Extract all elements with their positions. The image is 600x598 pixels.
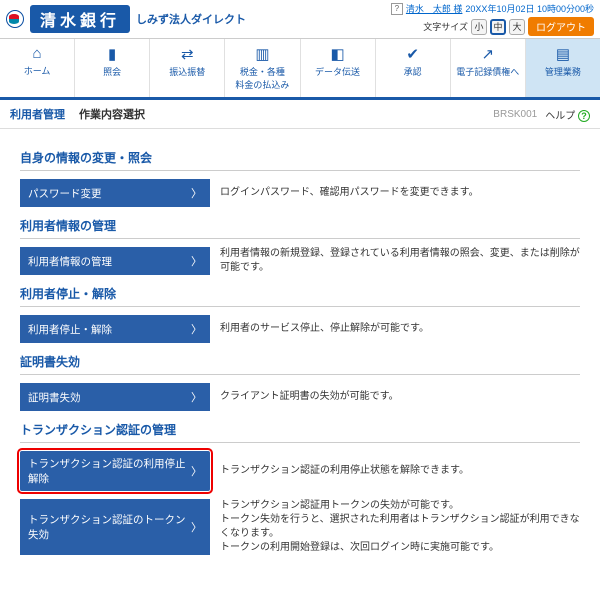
action-description: 利用者のサービス停止、停止解除が可能です。	[220, 315, 429, 343]
user-icon: ?	[391, 3, 403, 15]
subheader: 利用者管理 作業内容選択 BRSK001 ヘルプ ?	[0, 100, 600, 129]
screen-code: BRSK001	[493, 109, 537, 120]
nav-label-0: ホーム	[24, 66, 51, 76]
action-description: クライアント証明書の失効が可能です。	[220, 383, 399, 411]
action-button-label: 利用者情報の管理	[28, 254, 112, 269]
help-icon: ?	[578, 110, 590, 122]
subheader-right: BRSK001 ヘルプ ?	[493, 107, 590, 122]
chevron-right-icon: 〉	[191, 463, 202, 479]
action-row: トランザクション認証のトークン失効〉トランザクション認証用トークンの失効が可能で…	[20, 499, 580, 555]
nav-icon-5: ✔	[378, 45, 448, 63]
timestamp: 20XX年10月02日 10時00分00秒	[465, 2, 594, 15]
bank-logo-icon	[6, 10, 24, 28]
action-description: ログインパスワード、確認用パスワードを変更できます。	[220, 179, 479, 207]
main-nav: ⌂ ホーム ▮ 照会 ⇄ 振込振替 ▥ 税金・各種 料金の払込み ◧ データ伝送 ✔ 承認 ↗ 電子記録債…	[0, 39, 600, 100]
logout-button[interactable]: ログアウト	[528, 17, 594, 36]
nav-icon-4: ◧	[303, 45, 373, 63]
action-button-label: トランザクション認証のトークン失効	[28, 512, 191, 542]
section-title: 自身の情報の変更・照会	[20, 139, 580, 171]
nav-icon-2: ⇄	[152, 45, 222, 63]
nav-label-3: 税金・各種 料金の払込み	[235, 67, 289, 90]
section-title: 利用者停止・解除	[20, 275, 580, 307]
action-button[interactable]: 利用者停止・解除 〉	[20, 315, 210, 343]
nav-item-7[interactable]: ▤ 管理業務	[526, 39, 600, 97]
action-button[interactable]: 証明書失効 〉	[20, 383, 210, 411]
fontsize-small-button[interactable]: 小	[471, 19, 487, 35]
content: 自身の情報の変更・照会パスワード変更〉ログインパスワード、確認用パスワードを変更…	[0, 129, 600, 565]
nav-item-2[interactable]: ⇄ 振込振替	[150, 39, 225, 97]
user-line: ? 清水 太郎 様 20XX年10月02日 10時00分00秒	[391, 2, 594, 15]
nav-icon-6: ↗	[453, 45, 523, 63]
action-button-label: 利用者停止・解除	[28, 322, 112, 337]
nav-item-5[interactable]: ✔ 承認	[376, 39, 451, 97]
action-description: 利用者情報の新規登録、登録されている利用者情報の照会、変更、または削除が可能です…	[220, 247, 580, 275]
action-button-label: 証明書失効	[28, 390, 81, 405]
help-label: ヘルプ	[545, 111, 575, 122]
section-title: 利用者情報の管理	[20, 207, 580, 239]
chevron-right-icon: 〉	[191, 321, 202, 337]
nav-label-5: 承認	[404, 67, 422, 77]
section-title: トランザクション認証の管理	[20, 411, 580, 443]
user-name-link[interactable]: 清水 太郎 様	[406, 2, 463, 15]
nav-item-1[interactable]: ▮ 照会	[75, 39, 150, 97]
action-row: パスワード変更 〉 ログインパスワード、確認用パスワードを変更できます。	[20, 179, 580, 207]
action-row: 利用者情報の管理 〉 利用者情報の新規登録、登録されている利用者情報の照会、変更、ま…	[20, 247, 580, 275]
chevron-right-icon: 〉	[191, 389, 202, 405]
breadcrumb-active: 利用者管理	[10, 106, 65, 122]
action-row: 利用者停止・解除 〉 利用者のサービス停止、停止解除が可能です。	[20, 315, 580, 343]
chevron-right-icon: 〉	[191, 185, 202, 201]
nav-label-4: データ伝送	[315, 67, 360, 77]
header-left: 清水銀行 しみず法人ダイレクト	[6, 5, 246, 33]
help-link[interactable]: ヘルプ ?	[545, 107, 590, 122]
chevron-right-icon: 〉	[191, 519, 202, 535]
fontsize-medium-button[interactable]: 中	[490, 19, 506, 35]
action-button-label: パスワード変更	[28, 186, 102, 201]
nav-icon-3: ▥	[227, 45, 297, 63]
nav-label-6: 電子記録債権へ	[456, 67, 519, 77]
nav-item-3[interactable]: ▥ 税金・各種 料金の払込み	[225, 39, 300, 97]
nav-item-6[interactable]: ↗ 電子記録債権へ	[451, 39, 526, 97]
nav-label-1: 照会	[103, 67, 121, 77]
fontsize-row: 文字サイズ 小 中 大 ログアウト	[391, 17, 594, 36]
nav-label-7: 管理業務	[545, 67, 581, 77]
action-button[interactable]: トランザクション認証のトークン失効〉	[20, 499, 210, 555]
nav-item-0[interactable]: ⌂ ホーム	[0, 39, 75, 97]
nav-icon-0: ⌂	[2, 45, 72, 62]
nav-label-2: 振込振替	[169, 67, 205, 77]
header: 清水銀行 しみず法人ダイレクト ? 清水 太郎 様 20XX年10月02日 10…	[0, 0, 600, 39]
fontsize-label: 文字サイズ	[423, 20, 468, 33]
breadcrumb: 利用者管理 作業内容選択	[10, 106, 145, 122]
nav-icon-7: ▤	[528, 45, 598, 63]
fontsize-large-button[interactable]: 大	[509, 19, 525, 35]
nav-icon-1: ▮	[77, 45, 147, 63]
action-row: トランザクション認証の利用停止解除〉トランザクション認証の利用停止状態を解除でき…	[20, 451, 580, 491]
action-button[interactable]: 利用者情報の管理 〉	[20, 247, 210, 275]
service-name: しみず法人ダイレクト	[136, 11, 246, 27]
section-title: 証明書失効	[20, 343, 580, 375]
action-button[interactable]: トランザクション認証の利用停止解除〉	[20, 451, 210, 491]
action-row: 証明書失効 〉 クライアント証明書の失効が可能です。	[20, 383, 580, 411]
action-description: トランザクション認証用トークンの失効が可能です。 トークン失効を行うと、選択され…	[220, 499, 580, 555]
action-description: トランザクション認証の利用停止状態を解除できます。	[220, 451, 469, 491]
breadcrumb-current: 作業内容選択	[79, 106, 145, 122]
action-button-label: トランザクション認証の利用停止解除	[28, 456, 191, 486]
header-right: ? 清水 太郎 様 20XX年10月02日 10時00分00秒 文字サイズ 小 …	[391, 2, 594, 36]
bank-name: 清水銀行	[30, 5, 130, 33]
nav-item-4[interactable]: ◧ データ伝送	[301, 39, 376, 97]
chevron-right-icon: 〉	[191, 253, 202, 269]
action-button[interactable]: パスワード変更 〉	[20, 179, 210, 207]
